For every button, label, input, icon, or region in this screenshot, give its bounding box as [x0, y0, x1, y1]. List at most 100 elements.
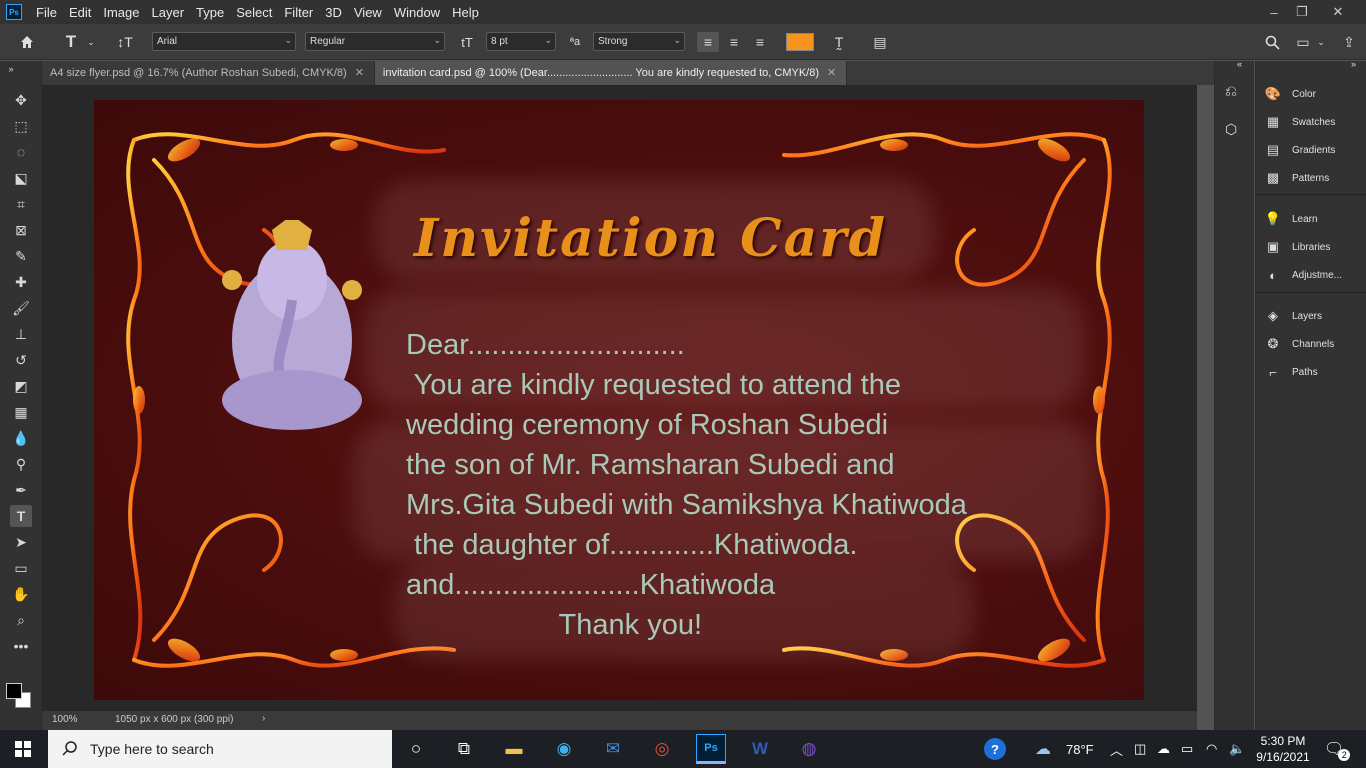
volume-icon[interactable]: 🔈: [1229, 730, 1245, 768]
panel-gradients[interactable]: ▤ Gradients: [1264, 140, 1336, 160]
workspace-chevron-icon[interactable]: ⌄: [1310, 32, 1332, 52]
tab-a4-flyer[interactable]: A4 size flyer.psd @ 16.7% (Author Roshan…: [42, 61, 375, 85]
object-selection-tool-icon[interactable]: ⬕: [10, 167, 32, 189]
tab-close-icon[interactable]: ✕: [827, 67, 836, 79]
align-right-icon[interactable]: ≡: [749, 32, 771, 52]
panel-patterns[interactable]: ▩ Patterns: [1264, 168, 1329, 188]
restore-icon[interactable]: ❐: [1284, 0, 1320, 24]
zoom-level[interactable]: 100%: [52, 714, 78, 725]
photoshop-taskbar-icon[interactable]: Ps: [696, 734, 726, 764]
menu-layer[interactable]: Layer: [146, 5, 191, 20]
clone-stamp-tool-icon[interactable]: ⊥: [10, 323, 32, 345]
panel-paths[interactable]: ⌐ Paths: [1264, 362, 1317, 382]
collapse-toolbar-icon[interactable]: »: [4, 58, 18, 80]
font-size-select[interactable]: 8 pt ⌄: [486, 32, 556, 51]
menu-type[interactable]: Type: [190, 5, 230, 20]
file-explorer-icon[interactable]: ▬: [499, 734, 529, 764]
blur-tool-icon[interactable]: 💧: [10, 427, 32, 449]
properties-icon[interactable]: ⬡: [1225, 121, 1237, 138]
onedrive-icon[interactable]: ☁: [1157, 730, 1170, 768]
tab-close-icon[interactable]: ✕: [355, 67, 364, 79]
chrome-icon[interactable]: ◎: [647, 734, 677, 764]
marquee-tool-icon[interactable]: ⬚: [10, 115, 32, 137]
history-icon[interactable]: ⎌: [1225, 83, 1237, 100]
edge-icon[interactable]: ◉: [549, 734, 579, 764]
panel-color[interactable]: 🎨 Color: [1264, 84, 1316, 104]
home-icon[interactable]: [16, 32, 38, 52]
lasso-tool-icon[interactable]: ◌: [10, 141, 32, 163]
tab-invitation-card[interactable]: invitation card.psd @ 100% (Dear........…: [374, 61, 848, 85]
foreground-color-swatch-top[interactable]: [6, 683, 22, 699]
collapse-panel-icon[interactable]: «: [1237, 59, 1242, 69]
task-view-icon[interactable]: ⧉: [449, 734, 479, 764]
panel-libraries[interactable]: ▣ Libraries: [1264, 237, 1331, 257]
tray-chevron-up-icon[interactable]: ︿: [1110, 730, 1123, 768]
frame-tool-icon[interactable]: ⊠: [10, 219, 32, 241]
eraser-tool-icon[interactable]: ◩: [10, 375, 32, 397]
menu-view[interactable]: View: [348, 5, 388, 20]
menu-file[interactable]: File: [30, 5, 63, 20]
menu-image[interactable]: Image: [97, 5, 145, 20]
dodge-tool-icon[interactable]: ⚲: [10, 453, 32, 475]
taskbar-clock[interactable]: 5:30 PM 9/16/2021: [1253, 733, 1313, 765]
menu-edit[interactable]: Edit: [63, 5, 97, 20]
mail-icon[interactable]: ✉: [598, 734, 628, 764]
card-body-text[interactable]: Dear........................... You are …: [406, 325, 967, 645]
card-title[interactable]: Invitation Card: [414, 208, 887, 269]
type-tool-preset-icon[interactable]: T: [60, 32, 82, 52]
document-canvas[interactable]: Invitation Card Dear....................…: [94, 100, 1144, 700]
weather-temp[interactable]: 78°F: [1066, 730, 1094, 768]
font-style-select[interactable]: Regular ⌄: [305, 32, 445, 51]
help-icon[interactable]: ?: [984, 730, 1006, 768]
font-family-select[interactable]: Arial ⌄: [152, 32, 296, 51]
type-tool-icon[interactable]: T: [10, 505, 32, 527]
tray-meet-icon[interactable]: ◫: [1134, 730, 1146, 768]
character-panel-icon[interactable]: ▤: [869, 32, 891, 52]
menu-select[interactable]: Select: [230, 5, 278, 20]
viber-icon[interactable]: ◍: [794, 734, 824, 764]
word-icon[interactable]: W: [745, 734, 775, 764]
path-selection-tool-icon[interactable]: ➤: [10, 531, 32, 553]
zoom-tool-icon[interactable]: ⌕: [10, 609, 32, 631]
search-icon[interactable]: [1261, 32, 1283, 52]
menu-help[interactable]: Help: [446, 5, 485, 20]
panel-layers[interactable]: ◈ Layers: [1264, 306, 1322, 326]
move-tool-icon[interactable]: ✥: [10, 89, 32, 111]
text-orientation-icon[interactable]: ↕T: [114, 32, 136, 52]
brush-tool-icon[interactable]: 🖌: [10, 297, 32, 319]
antialias-select[interactable]: Strong ⌄: [593, 32, 685, 51]
share-icon[interactable]: ⇪: [1338, 32, 1360, 52]
history-brush-tool-icon[interactable]: ↺: [10, 349, 32, 371]
hand-tool-icon[interactable]: ✋: [10, 583, 32, 605]
align-center-icon[interactable]: ≡: [723, 32, 745, 52]
rectangle-tool-icon[interactable]: ▭: [10, 557, 32, 579]
taskbar-search-input[interactable]: Type here to search: [48, 730, 392, 768]
panel-swatches[interactable]: ▦ Swatches: [1264, 112, 1336, 132]
healing-brush-tool-icon[interactable]: ✚: [10, 271, 32, 293]
wifi-icon[interactable]: ◠: [1206, 730, 1217, 768]
notification-icon[interactable]: 🗨 2: [1324, 730, 1356, 768]
chevron-right-icon[interactable]: ›: [262, 713, 265, 724]
text-color-swatch[interactable]: [786, 33, 814, 51]
gradient-tool-icon[interactable]: ▦: [10, 401, 32, 423]
panel-learn[interactable]: 💡 Learn: [1264, 209, 1318, 229]
windows-start-icon[interactable]: [8, 734, 38, 764]
warp-text-icon[interactable]: T̰: [828, 32, 850, 52]
panel-adjustments[interactable]: ◐ Adjustme...: [1264, 265, 1342, 285]
crop-tool-icon[interactable]: ⌗: [10, 193, 32, 215]
close-icon[interactable]: ✕: [1320, 0, 1356, 24]
pen-tool-icon[interactable]: ✒: [10, 479, 32, 501]
eyedropper-tool-icon[interactable]: ✎: [10, 245, 32, 267]
collapse-panel-icon[interactable]: »: [1351, 59, 1356, 69]
menu-3d[interactable]: 3D: [319, 5, 348, 20]
battery-icon[interactable]: ▭: [1181, 730, 1193, 768]
menu-window[interactable]: Window: [388, 5, 446, 20]
status-bar: 100% 1050 px x 600 px (300 ppi) ›: [42, 711, 1197, 730]
menu-filter[interactable]: Filter: [278, 5, 319, 20]
panel-channels[interactable]: ❂ Channels: [1264, 334, 1335, 354]
chevron-down-icon[interactable]: ⌄: [80, 32, 102, 52]
cortana-icon[interactable]: ○: [401, 734, 431, 764]
more-tools-icon[interactable]: •••: [10, 635, 32, 657]
weather-cloud-icon[interactable]: ☁: [1035, 730, 1051, 768]
align-left-icon[interactable]: ≡: [697, 32, 719, 52]
